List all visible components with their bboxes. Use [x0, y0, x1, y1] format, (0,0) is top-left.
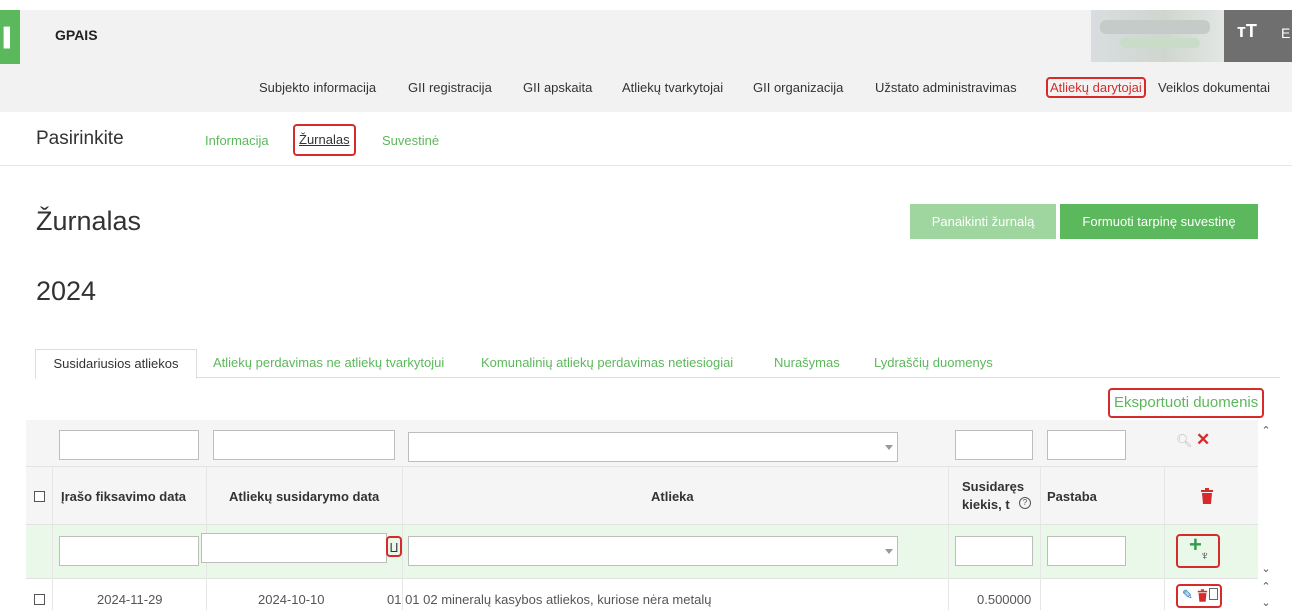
- subnav-zurnalas[interactable]: Žurnalas: [293, 124, 356, 156]
- filter-note[interactable]: [1047, 430, 1126, 460]
- subnav-title: Pasirinkite: [36, 128, 124, 149]
- col-quantity[interactable]: Susidaręs: [962, 479, 1024, 494]
- form-summary-button[interactable]: Formuoti tarpinę suvestinę: [1060, 204, 1258, 239]
- nav-uzstato-administravimas[interactable]: Užstato administravimas: [875, 80, 1017, 95]
- nav-subjekto-informacija[interactable]: Subjekto informacija: [259, 80, 376, 95]
- filter-record-date[interactable]: [59, 430, 199, 460]
- clear-filter-icon[interactable]: ✕: [1196, 430, 1210, 450]
- trash-icon[interactable]: [1197, 589, 1208, 607]
- column-divider: [1040, 466, 1041, 610]
- delete-selected-icon[interactable]: [1200, 488, 1214, 509]
- subnav-suvestine[interactable]: Suvestinė: [382, 133, 439, 148]
- col-created-date[interactable]: Atliekų susidarymo data: [229, 489, 379, 504]
- pencil-icon[interactable]: ✎: [1182, 587, 1193, 603]
- new-waste-select[interactable]: [408, 536, 898, 566]
- subnav-divider: [0, 165, 1292, 166]
- row-divider: [26, 578, 1258, 579]
- delete-journal-button[interactable]: Panaikinti žurnalą: [910, 204, 1056, 239]
- row-record-date: 2024-11-29: [97, 592, 163, 607]
- row-scroll-down-icon[interactable]: ⌄: [1258, 596, 1274, 609]
- row-divider: [26, 524, 1258, 525]
- row-waste: 01 01 02 mineralų kasybos atliekos, kuri…: [387, 592, 712, 607]
- user-info[interactable]: [1091, 10, 1224, 62]
- add-actions: + ♆: [1176, 532, 1220, 568]
- tab-komunaliniu-perdavimas[interactable]: Komunalinių atliekų perdavimas netiesiog…: [481, 349, 733, 377]
- filter-quantity[interactable]: [955, 430, 1033, 460]
- column-divider: [948, 466, 949, 610]
- new-created-date-input[interactable]: [201, 533, 387, 563]
- new-quantity-input[interactable]: [955, 536, 1033, 566]
- row-divider: [26, 466, 1258, 467]
- row-created-date: 2024-10-10: [258, 592, 325, 607]
- nav-gii-apskaita[interactable]: GII apskaita: [523, 80, 592, 95]
- page-title: Žurnalas: [36, 206, 142, 236]
- tab-lydrasciu-duomenys[interactable]: Lydraščių duomenys: [874, 349, 993, 377]
- help-icon[interactable]: ?: [1019, 497, 1031, 509]
- tab-susidariusios-atliekos[interactable]: Susidariusios atliekos: [35, 349, 197, 379]
- col-note[interactable]: Pastaba: [1047, 489, 1097, 504]
- journal-year: 2024: [36, 276, 97, 306]
- nav-atlieku-darytojai[interactable]: Atliekų darytojai: [1046, 77, 1146, 98]
- row-checkbox[interactable]: [34, 594, 45, 605]
- col-record-date[interactable]: Įrašo fiksavimo data: [61, 489, 186, 504]
- broom-icon[interactable]: ♆: [1200, 548, 1210, 563]
- scroll-down-icon[interactable]: ⌄: [1258, 562, 1274, 575]
- column-divider: [402, 466, 403, 610]
- copy-icon[interactable]: [1209, 588, 1218, 600]
- scroll-up-icon[interactable]: ⌃: [1258, 424, 1274, 437]
- nav-atlieku-tvarkytojai[interactable]: Atliekų tvarkytojai: [622, 80, 723, 95]
- new-note-input[interactable]: [1047, 536, 1126, 566]
- app-logo[interactable]: ▌: [0, 10, 20, 64]
- export-data-link[interactable]: Eksportuoti duomenis: [1108, 388, 1265, 418]
- user-role-blurred: [1120, 38, 1200, 48]
- tab-perdavimas[interactable]: Atliekų perdavimas ne atliekų tvarkytoju…: [213, 349, 444, 377]
- nav-gii-registracija[interactable]: GII registracija: [408, 80, 492, 95]
- chevron-down-icon: [885, 445, 893, 450]
- calendar-icon[interactable]: ⨿: [386, 536, 402, 557]
- col-waste[interactable]: Atlieka: [651, 489, 694, 504]
- tab-nurasymas[interactable]: Nurašymas: [774, 349, 840, 377]
- row-actions: ✎: [1176, 584, 1222, 608]
- filter-created-date[interactable]: [213, 430, 395, 460]
- subnav-informacija[interactable]: Informacija: [205, 133, 269, 148]
- new-record-date-input[interactable]: [59, 536, 199, 566]
- column-divider: [1164, 466, 1165, 610]
- nav-gii-organizacija[interactable]: GII organizacija: [753, 80, 843, 95]
- row-scroll-up-icon[interactable]: ⌃: [1258, 580, 1274, 593]
- column-divider: [52, 466, 53, 610]
- chevron-down-icon: [885, 549, 893, 554]
- col-quantity-unit[interactable]: kiekis, t: [962, 497, 1010, 512]
- user-name-blurred: [1100, 20, 1210, 34]
- filter-waste-select[interactable]: [408, 432, 898, 462]
- select-all-checkbox[interactable]: [34, 491, 45, 502]
- app-title[interactable]: GPAIS: [55, 27, 98, 43]
- row-quantity: 0.500000: [977, 592, 1032, 607]
- search-icon[interactable]: 🔍︎: [1176, 433, 1193, 449]
- header-extra-label[interactable]: E: [1281, 25, 1290, 41]
- nav-veiklos-dokumentai[interactable]: Veiklos dokumentai: [1158, 80, 1270, 95]
- tabs-underline: [35, 377, 1280, 378]
- font-size-icon[interactable]: тT: [1237, 21, 1257, 42]
